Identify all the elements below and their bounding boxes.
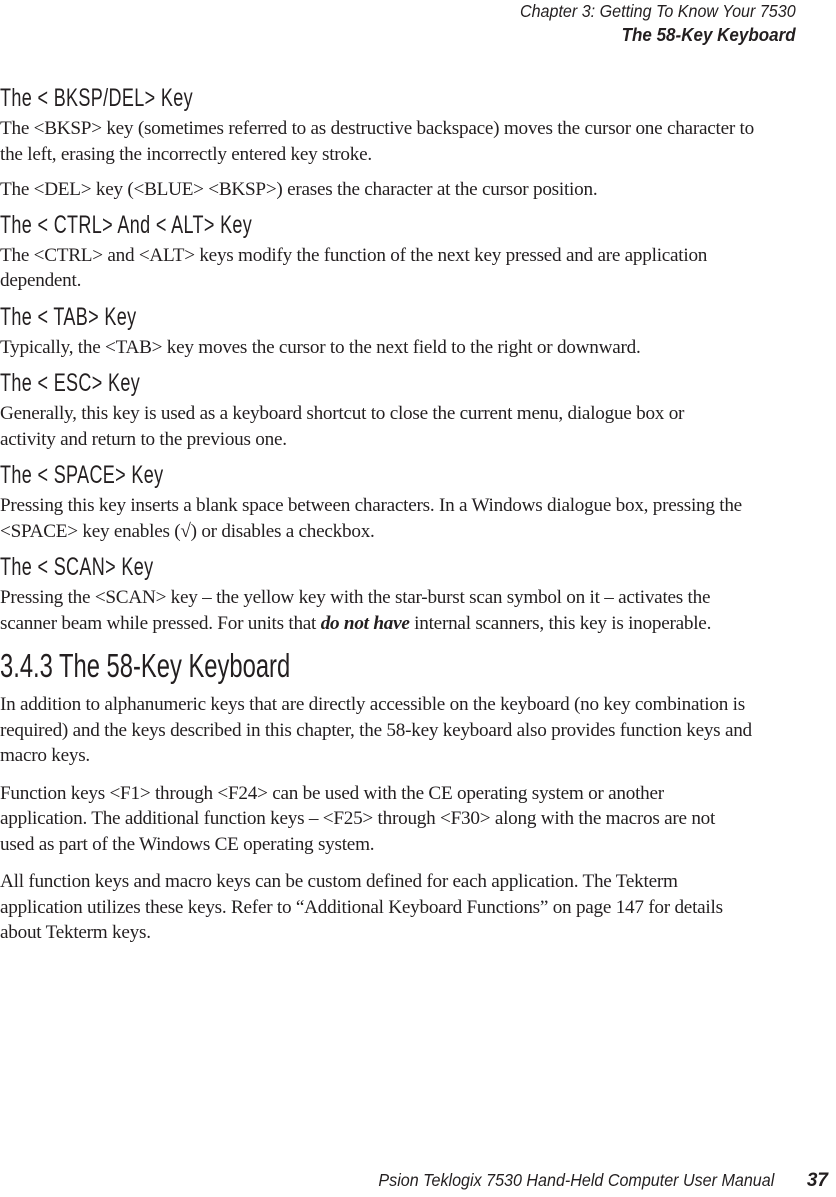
section-heading: The < SCAN> Key bbox=[0, 553, 154, 581]
section-space: The < SPACE> Key Pressing this key inser… bbox=[0, 460, 760, 544]
paragraph: All function keys and macro keys can be … bbox=[0, 871, 723, 943]
section-scan: The < SCAN> Key Pressing the <SCAN> key … bbox=[0, 552, 760, 636]
section-heading: The < CTRL> And < ALT> Key bbox=[0, 210, 253, 239]
section-heading: The < ESC> Key bbox=[0, 369, 141, 397]
paragraph: The <CTRL> and <ALT> keys modify the fun… bbox=[0, 244, 708, 292]
page-number: 37 bbox=[806, 1170, 828, 1191]
section-ctrl-alt: The < CTRL> And < ALT> Key The <CTRL> an… bbox=[0, 210, 760, 294]
section-tab: The < TAB> Key Typically, the <TAB> key … bbox=[0, 302, 760, 361]
paragraph: Typically, the <TAB> key moves the curso… bbox=[0, 336, 641, 358]
section-esc: The < ESC> Key Generally, this key is us… bbox=[0, 368, 760, 452]
section-heading: The < BKSP/DEL> Key bbox=[0, 84, 193, 112]
section-title: The 58-Key Keyboard bbox=[621, 24, 796, 45]
section-heading: The < SPACE> Key bbox=[0, 461, 164, 489]
paragraph: Pressing this key inserts a blank space … bbox=[0, 495, 742, 542]
chapter-title: Chapter 3: Getting To Know Your 7530 bbox=[520, 1, 796, 21]
section-bksp-del: The < BKSP/DEL> Key The <BKSP> key (some… bbox=[0, 83, 760, 203]
running-header: Chapter 3: Getting To Know Your 7530 The… bbox=[520, 0, 796, 46]
subsection-heading: 3.4.3 The 58-Key Keyboard bbox=[0, 647, 291, 684]
subsection-58-key-keyboard: 3.4.3 The 58-Key Keyboard In addition to… bbox=[0, 646, 760, 946]
paragraph: Function keys <F1> through <F24> can be … bbox=[0, 782, 716, 855]
paragraph: Pressing the <SCAN> key – the yellow key… bbox=[0, 585, 740, 636]
emphasis-text: do not have bbox=[320, 612, 410, 634]
paragraph: Generally, this key is used as a keyboar… bbox=[0, 403, 685, 450]
paragraph: The <BKSP> key (sometimes referred to as… bbox=[0, 118, 754, 165]
text: internal scanners, this key is inoperabl… bbox=[409, 612, 712, 634]
manual-title: Psion Teklogix 7530 Hand-Held Computer U… bbox=[378, 1170, 774, 1190]
page-content: The < BKSP/DEL> Key The <BKSP> key (some… bbox=[0, 83, 760, 946]
paragraph: The <DEL> key (<BLUE> <BKSP>) erases the… bbox=[0, 179, 598, 200]
section-heading: The < TAB> Key bbox=[0, 302, 137, 331]
paragraph: In addition to alphanumeric keys that ar… bbox=[0, 694, 752, 766]
